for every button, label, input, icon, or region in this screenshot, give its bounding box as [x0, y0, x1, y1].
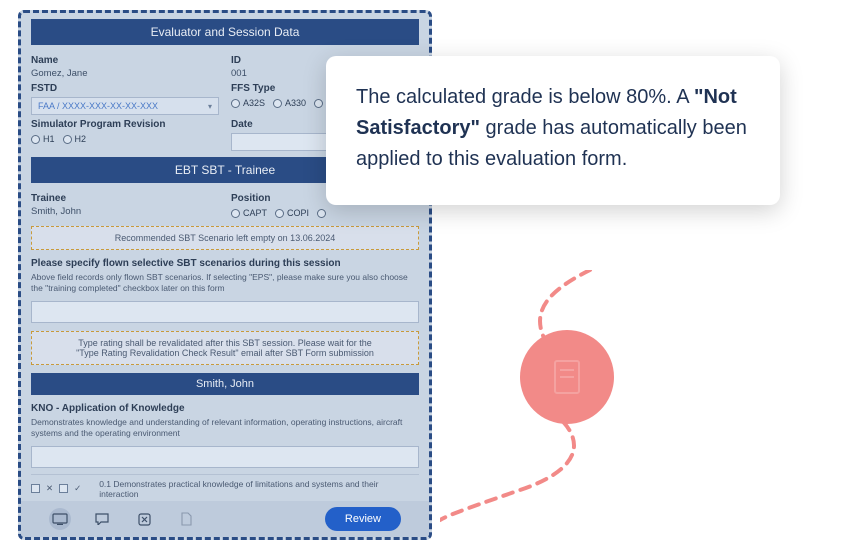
position-option-capt[interactable]: CAPT	[231, 208, 267, 218]
scenario-heading: Please specify flown selective SBT scena…	[31, 258, 419, 269]
section-header-evaluator: Evaluator and Session Data	[31, 19, 419, 45]
position-option-more[interactable]	[317, 209, 326, 218]
checkbox-pass-1[interactable]	[59, 484, 68, 493]
notice-text-part1: The calculated grade is below 80%. A	[356, 86, 694, 108]
kno-textarea[interactable]	[31, 446, 419, 468]
position-option-copi[interactable]: COPI	[275, 208, 309, 218]
notice-recommended-scenario: Recommended SBT Scenario left empty on 1…	[31, 226, 419, 250]
toolbar-close-icon[interactable]	[133, 508, 155, 530]
checkbox-fail-1[interactable]	[31, 484, 40, 493]
trainee-value: Smith, John	[31, 206, 219, 217]
fstd-label: FSTD	[31, 83, 219, 94]
notice-line-1: Type rating shall be revalidated after t…	[38, 338, 412, 348]
spr-radios: H1 H2	[31, 134, 219, 144]
toolbar-device-icon[interactable]	[49, 508, 71, 530]
position-radios: CAPT COPI	[231, 208, 419, 218]
kno-title: KNO - Application of Knowledge	[31, 403, 419, 414]
chevron-down-icon: ▾	[208, 102, 212, 111]
scenario-help-text: Above field records only flown SBT scena…	[31, 272, 419, 295]
fstd-select[interactable]: FAA / XXXX-XXX-XX-XX-XXX ▾	[31, 97, 219, 115]
person-bar: Smith, John	[31, 373, 419, 395]
connector-line-bottom	[440, 410, 640, 540]
toolbar-message-icon[interactable]	[91, 508, 113, 530]
grade-notice-card: The calculated grade is below 80%. A "No…	[326, 56, 780, 205]
notice-type-rating: Type rating shall be revalidated after t…	[31, 331, 419, 365]
spr-option-h1[interactable]: H1	[31, 134, 55, 144]
bottom-toolbar: Review	[21, 501, 429, 537]
trainee-label: Trainee	[31, 193, 219, 204]
review-button[interactable]: Review	[325, 507, 401, 531]
ffstype-option-more[interactable]	[314, 99, 323, 108]
toolbar-document-icon[interactable]	[175, 508, 197, 530]
kno-description: Demonstrates knowledge and understanding…	[31, 417, 419, 440]
name-label: Name	[31, 55, 219, 66]
fstd-value: FAA / XXXX-XXX-XX-XX-XXX	[38, 101, 158, 111]
notice-line-2: "Type Rating Revalidation Check Result" …	[38, 348, 412, 358]
criterion-text-1: 0.1 Demonstrates practical knowledge of …	[99, 479, 419, 499]
scenario-textarea[interactable]	[31, 301, 419, 323]
ffstype-option-a32s[interactable]: A32S	[231, 98, 265, 108]
name-value: Gomez, Jane	[31, 68, 219, 79]
spr-option-h2[interactable]: H2	[63, 134, 87, 144]
document-icon	[554, 360, 580, 394]
spr-label: Simulator Program Revision	[31, 119, 219, 130]
criterion-row-1: ✕ ✓ 0.1 Demonstrates practical knowledge…	[31, 474, 419, 503]
ffstype-option-a330[interactable]: A330	[273, 98, 306, 108]
